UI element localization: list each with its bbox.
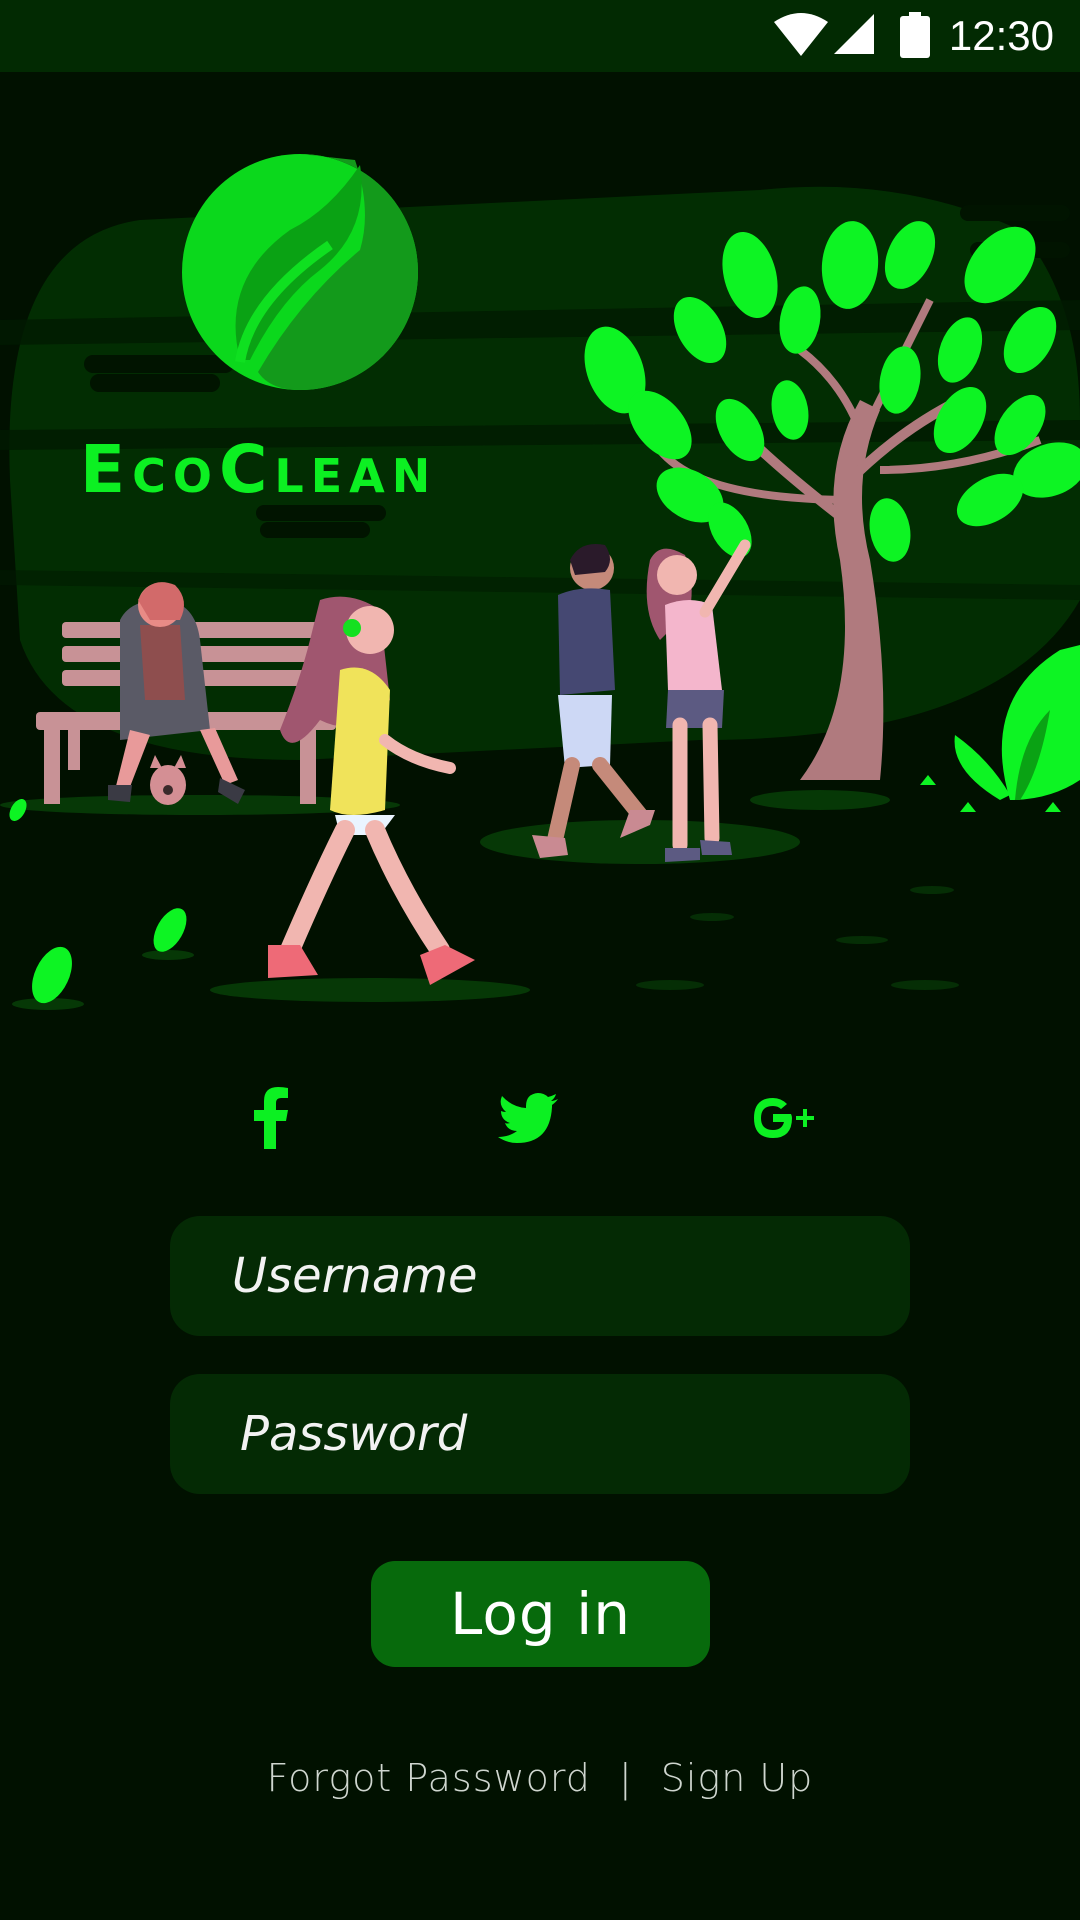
link-separator: | — [618, 1756, 633, 1800]
google-plus-login-button[interactable] — [740, 1078, 830, 1158]
leaf-circle-logo — [182, 154, 418, 390]
dog — [150, 755, 186, 805]
facebook-icon — [254, 1087, 288, 1149]
wifi-icon — [774, 13, 828, 56]
footer-links: Forgot Password | Sign Up — [0, 1750, 1080, 1806]
twitter-icon — [498, 1093, 558, 1143]
username-field[interactable] — [170, 1216, 910, 1336]
cellular-signal-icon — [834, 14, 874, 54]
google-plus-icon — [754, 1098, 814, 1138]
password-field[interactable] — [170, 1374, 910, 1494]
park-illustration — [0, 154, 1080, 1010]
status-bar: 12:30 — [0, 0, 1080, 72]
battery-icon — [900, 12, 930, 58]
sign-up-link[interactable]: Sign Up — [661, 1756, 814, 1800]
facebook-login-button[interactable] — [226, 1078, 316, 1158]
forgot-password-link[interactable]: Forgot Password — [267, 1756, 591, 1800]
status-time: 12:30 — [948, 12, 1054, 59]
twitter-login-button[interactable] — [483, 1078, 573, 1158]
login-button[interactable]: Log in — [371, 1561, 710, 1667]
app-name: EcoClean — [80, 431, 438, 508]
